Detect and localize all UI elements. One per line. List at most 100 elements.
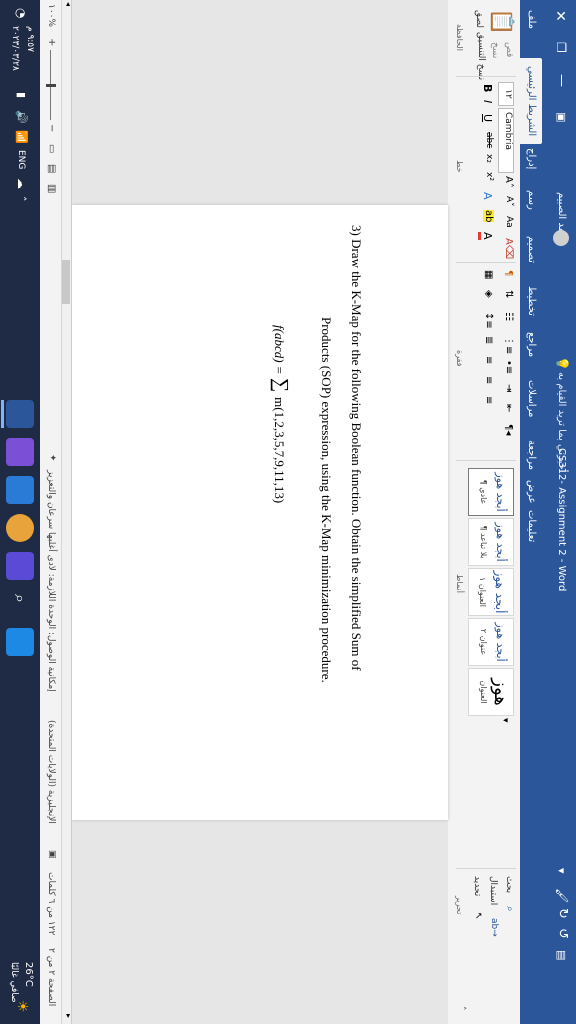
tab-layout[interactable]: تخطيط — [520, 286, 542, 316]
language-status[interactable]: الإنجليزية (الولايات المتحدة) — [46, 720, 56, 824]
tab-draw[interactable]: رسم — [520, 190, 542, 210]
tab-mailings[interactable]: مراسلات — [520, 380, 542, 417]
word-app-icon[interactable] — [6, 400, 34, 428]
rtl-icon[interactable]: ¶◂ — [503, 424, 514, 435]
zoom-level[interactable]: ١٠٠% — [46, 4, 56, 27]
subscript-icon[interactable]: x₂ — [484, 154, 494, 163]
scroll-left-icon[interactable]: ◂ — [64, 2, 73, 6]
multilevel-list-icon[interactable]: ☷ — [503, 312, 514, 321]
customize-toolbar-icon[interactable]: ▾ — [555, 868, 568, 874]
accessibility-status[interactable]: إمكانية الوصول: الوحدة اللازمة: لادى أغل… — [46, 470, 56, 692]
save-icon[interactable]: ▤ — [555, 950, 568, 960]
print-layout-icon[interactable]: ▤ — [46, 164, 57, 173]
teams-app-icon[interactable] — [6, 438, 34, 466]
underline-icon[interactable]: U — [481, 114, 494, 122]
restore-icon[interactable]: ❐ — [554, 42, 568, 53]
weather-desc[interactable]: صافي غالبًا — [9, 962, 19, 1003]
numbering-icon[interactable]: ⋮≡ — [503, 336, 514, 354]
tab-references[interactable]: مراجع — [520, 332, 542, 357]
align-center-icon[interactable]: ≡ — [483, 376, 494, 384]
style-normal[interactable]: أبجد هوز ¶ عادي — [468, 468, 514, 516]
minimize-icon[interactable]: — — [554, 74, 569, 87]
zoom-out-icon[interactable]: − — [46, 124, 57, 132]
font-name-select[interactable]: Cambria — [498, 108, 514, 173]
style-heading-1[interactable]: أبجد هوز العنوان ١ — [468, 568, 514, 616]
cut-button[interactable]: قص — [504, 42, 514, 57]
format-painter-button[interactable]: نسخ التنسيق — [476, 32, 486, 80]
increase-indent-icon[interactable]: ⇥ — [503, 384, 514, 392]
app-icon[interactable] — [6, 552, 34, 580]
shrink-font-icon[interactable]: A˅ — [504, 196, 514, 207]
horizontal-scrollbar[interactable]: ◂ ▸ — [61, 0, 73, 1024]
start-icon[interactable] — [6, 628, 34, 656]
shading-icon[interactable]: ◈ — [483, 290, 494, 298]
volume-icon[interactable]: 🔊 — [15, 110, 28, 124]
style-title[interactable]: هوز العنوان — [468, 668, 514, 716]
bullets-icon[interactable]: •≡ — [503, 360, 514, 374]
highlight-icon[interactable]: ab — [483, 210, 494, 223]
bold-icon[interactable]: B — [481, 84, 494, 92]
style-no-spacing[interactable]: أبجد هوز ¶ بلا تباعد — [468, 518, 514, 566]
select-button[interactable]: تحديد — [472, 876, 482, 896]
page-number[interactable]: الصفحة ٢ من ٢ — [46, 948, 56, 1006]
collapse-ribbon-icon[interactable]: ˄ — [456, 1006, 466, 1011]
show-hidden-icons-icon[interactable]: ˄ — [15, 196, 28, 202]
replace-button[interactable]: استبدال — [488, 876, 498, 905]
input-language[interactable]: ENG — [16, 150, 26, 169]
search-icon[interactable]: ⌕ — [10, 594, 30, 603]
line-spacing-icon[interactable]: ↕≡ — [483, 312, 494, 329]
font-size-select[interactable]: ١٢ — [498, 82, 514, 106]
scroll-right-icon[interactable]: ▸ — [64, 1014, 73, 1018]
word-count[interactable]: ١٢٢ من ٦ كلمات — [46, 872, 56, 935]
strikethrough-icon[interactable]: abc — [484, 132, 494, 148]
grow-font-icon[interactable]: A˄ — [503, 176, 514, 188]
tab-insert[interactable]: إدراج — [520, 148, 542, 169]
close-icon[interactable]: ✕ — [552, 10, 568, 22]
wifi-icon[interactable]: 📶 — [15, 130, 28, 144]
align-left-icon[interactable]: ≡ — [483, 396, 494, 404]
notifications-icon[interactable]: ◔ — [14, 8, 28, 18]
zoom-slider-thumb[interactable] — [46, 84, 56, 87]
tab-help[interactable]: تعليمات — [520, 510, 542, 542]
ribbon-display-icon[interactable]: ▣ — [555, 112, 568, 122]
borders-icon[interactable]: ▦ — [483, 270, 494, 279]
tab-view[interactable]: عرض — [520, 480, 542, 504]
paragraph-mark-icon[interactable]: ¶ — [503, 270, 514, 276]
zoom-in-icon[interactable]: + — [46, 38, 57, 46]
tab-design[interactable]: تصميم — [520, 236, 542, 263]
styles-more-icon[interactable]: ▾ — [500, 718, 510, 723]
sort-icon[interactable]: ⇅ — [503, 290, 514, 298]
undo-icon[interactable]: ↺ — [555, 928, 570, 939]
tab-home[interactable]: الشريط الرئيسي — [520, 58, 542, 145]
italic-icon[interactable]: I — [481, 100, 494, 103]
document-page[interactable]: 3) Draw the K-Map for the following Bool… — [72, 205, 448, 820]
clock-time[interactable]: ٩:٥٧ م — [25, 26, 35, 52]
read-mode-icon[interactable]: ▥ — [46, 184, 57, 193]
paste-button[interactable]: لصق — [474, 10, 484, 28]
paste-icon[interactable]: 📋 — [489, 8, 514, 35]
scroll-thumb[interactable] — [62, 260, 70, 304]
weather-temp[interactable]: 26°C — [23, 962, 34, 987]
web-layout-icon[interactable]: ▭ — [46, 144, 57, 153]
copy-button[interactable]: نسخ — [490, 42, 500, 58]
onedrive-icon[interactable]: ☁ — [15, 178, 28, 189]
font-color-icon[interactable]: A — [478, 232, 494, 240]
tab-file[interactable]: ملف — [520, 10, 542, 29]
tab-review[interactable]: مراجعة — [520, 440, 542, 470]
chrome-app-icon[interactable] — [6, 514, 34, 542]
sun-icon[interactable]: ☀ — [14, 1000, 30, 1013]
style-heading-2[interactable]: أبجد هوز عنوان ٢ — [468, 618, 514, 666]
find-button[interactable]: بحث — [504, 876, 514, 893]
clock-date[interactable]: ٢٠٢٣/٠٣/٢٨ — [10, 26, 20, 71]
align-right-icon[interactable]: ≡ — [483, 356, 494, 364]
justify-icon[interactable]: ≣ — [483, 336, 494, 344]
format-icon[interactable]: 🖌 — [555, 888, 569, 903]
superscript-icon[interactable]: x² — [484, 172, 494, 181]
proofing-icon[interactable]: ▣ — [47, 850, 57, 859]
text-effects-icon[interactable]: A — [481, 192, 494, 200]
avatar[interactable] — [553, 230, 569, 246]
repeat-icon[interactable]: ↻ — [555, 908, 570, 919]
clear-format-icon[interactable]: A⌫ — [503, 238, 514, 259]
change-case-icon[interactable]: Aa — [504, 216, 514, 228]
mail-app-icon[interactable] — [6, 476, 34, 504]
